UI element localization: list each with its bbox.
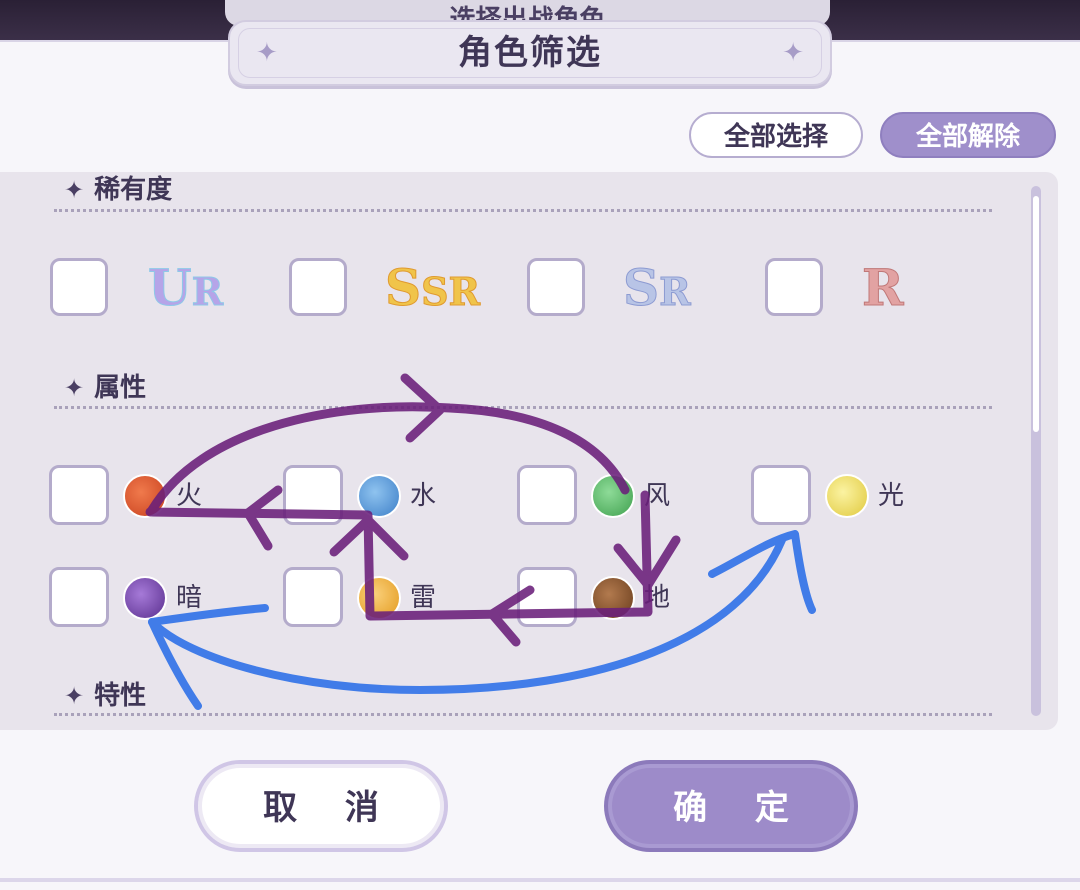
attribute-label: 暗: [176, 583, 203, 613]
fire-icon: [123, 474, 167, 518]
scrollbar-thumb[interactable]: [1033, 196, 1039, 432]
section-divider: [54, 713, 992, 716]
checkbox-attribute-water[interactable]: [283, 465, 343, 525]
filter-scroll-panel[interactable]: [0, 172, 1058, 730]
section-label: 属性: [94, 373, 147, 403]
wind-icon: [591, 474, 635, 518]
dialog-title: 角色筛选: [458, 33, 602, 73]
dark-icon: [123, 576, 167, 620]
checkbox-attribute-dark[interactable]: [49, 567, 109, 627]
checkbox-rarity-ur[interactable]: [50, 258, 108, 316]
checkbox-attribute-fire[interactable]: [49, 465, 109, 525]
attribute-label: 地: [644, 583, 671, 613]
checkbox-rarity-r[interactable]: [765, 258, 823, 316]
clear-all-button[interactable]: 全部解除: [880, 112, 1056, 158]
sparkle-icon: ✦: [782, 38, 804, 68]
section-divider: [54, 209, 992, 212]
cancel-label: 取 消: [263, 788, 397, 828]
checkbox-rarity-ssr[interactable]: [289, 258, 347, 316]
dialog-divider: [0, 878, 1080, 882]
section-header-trait: ✦ 特性: [64, 680, 146, 712]
checkbox-rarity-sr[interactable]: [527, 258, 585, 316]
confirm-button[interactable]: 确 定: [604, 760, 858, 852]
checkbox-attribute-earth[interactable]: [517, 567, 577, 627]
attribute-label: 火: [176, 481, 203, 511]
checkbox-attribute-thunder[interactable]: [283, 567, 343, 627]
attribute-label: 光: [878, 481, 905, 511]
section-label: 稀有度: [94, 175, 173, 205]
sparkle-icon: ✦: [64, 682, 85, 710]
dialog-title-banner: ✦ 角色筛选 ✦: [228, 20, 832, 86]
section-divider: [54, 406, 992, 409]
rarity-ssr-badge: SSR: [384, 258, 481, 318]
rarity-r-badge: R: [862, 258, 905, 318]
checkbox-attribute-wind[interactable]: [517, 465, 577, 525]
section-header-rarity: ✦ 稀有度: [64, 174, 172, 206]
earth-icon: [591, 576, 635, 620]
select-all-button[interactable]: 全部选择: [689, 112, 863, 158]
section-header-attribute: ✦ 属性: [64, 372, 146, 404]
attribute-label: 水: [410, 481, 437, 511]
rarity-ur-badge: UR: [148, 258, 224, 318]
sparkle-icon: ✦: [64, 176, 85, 204]
light-icon: [825, 474, 869, 518]
confirm-label: 确 定: [673, 788, 807, 828]
rarity-sr-badge: SR: [622, 258, 691, 318]
checkbox-attribute-light[interactable]: [751, 465, 811, 525]
sparkle-icon: ✦: [64, 374, 85, 402]
section-label: 特性: [94, 681, 147, 711]
thunder-icon: [357, 576, 401, 620]
cancel-button[interactable]: 取 消: [194, 760, 448, 852]
attribute-label: 风: [644, 481, 671, 511]
water-icon: [357, 474, 401, 518]
attribute-label: 雷: [410, 583, 437, 613]
